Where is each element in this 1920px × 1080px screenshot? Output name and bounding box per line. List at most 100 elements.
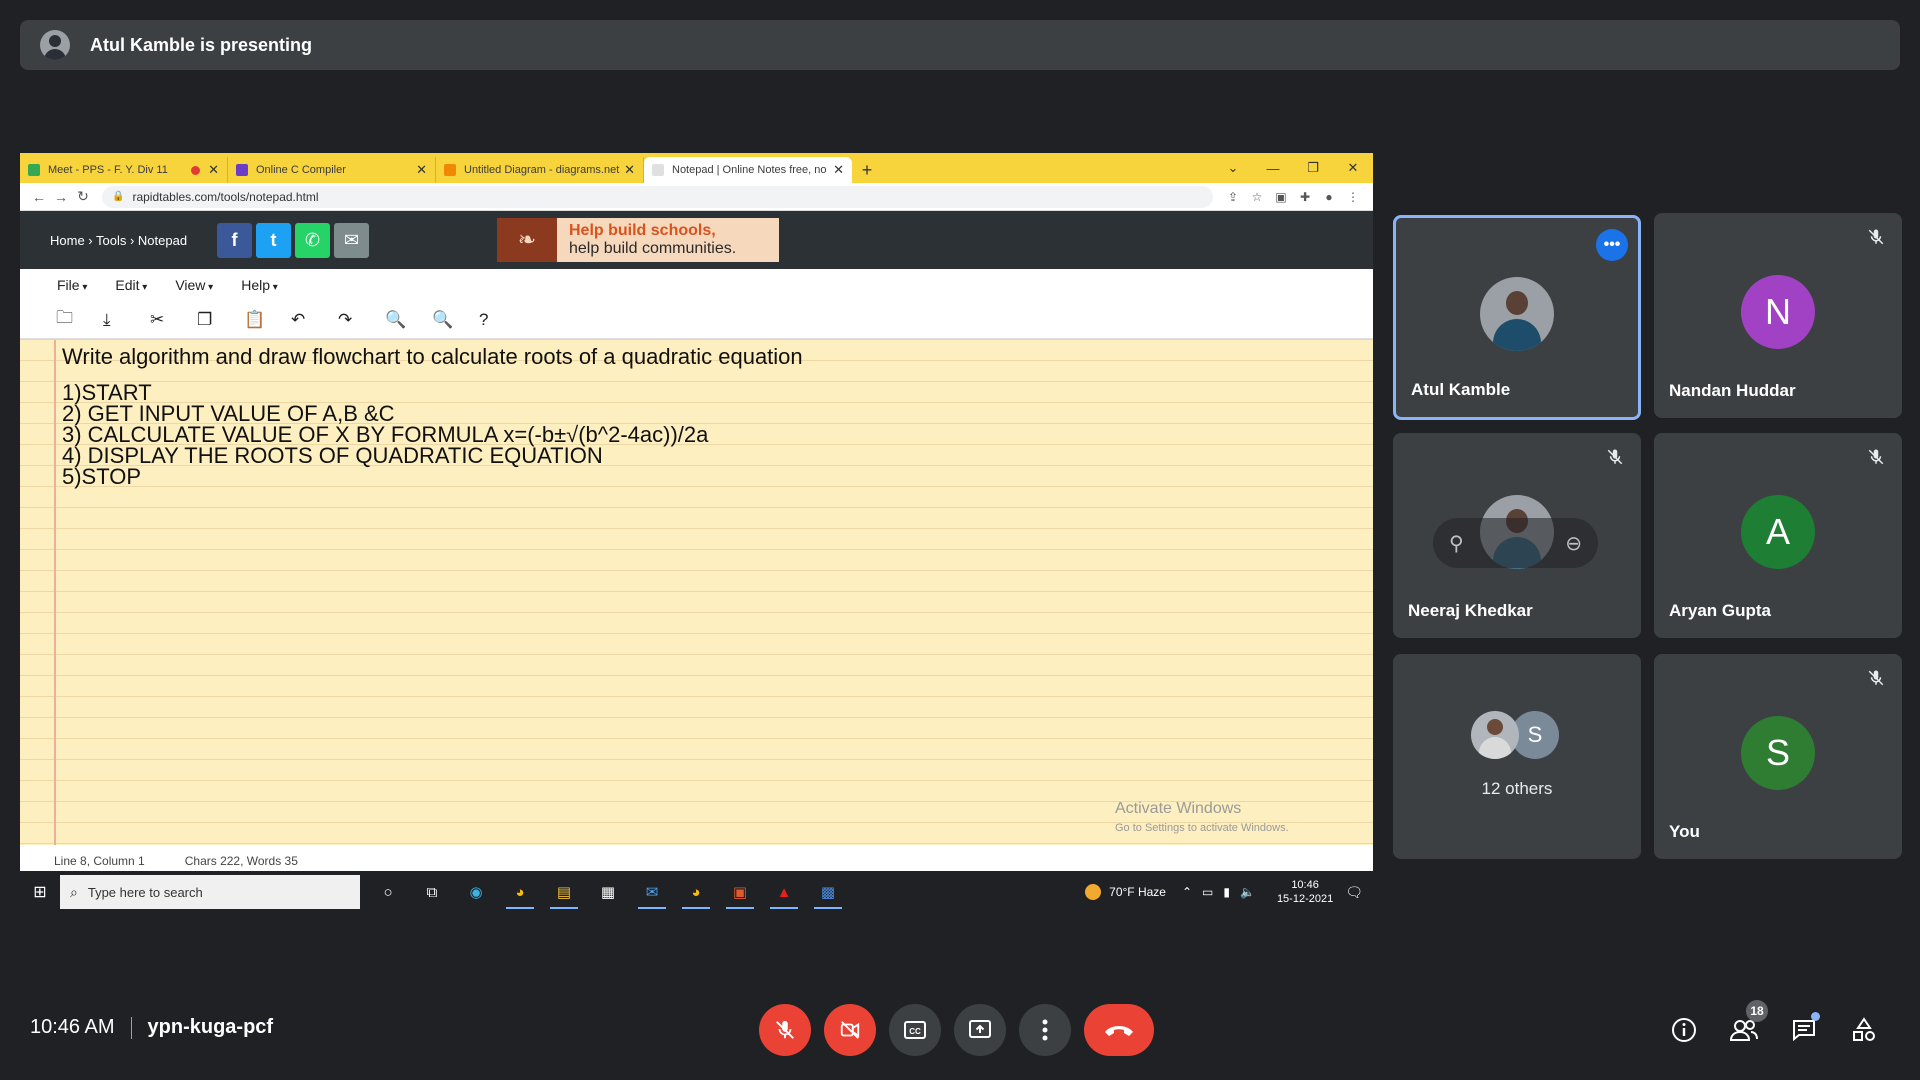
camera-toggle-button[interactable] — [824, 1004, 876, 1056]
back-icon[interactable]: ← — [28, 189, 50, 205]
cortana-icon[interactable]: ○ — [366, 875, 410, 909]
activities-button[interactable] — [1834, 1010, 1894, 1050]
email-icon[interactable]: ✉ — [334, 222, 370, 258]
taskbar-search-input[interactable]: ⌕ Type here to search — [60, 875, 360, 909]
zoom-in-icon[interactable]: 🔍 — [432, 310, 479, 330]
chrome-profile-icon[interactable]: ◕ — [674, 875, 718, 909]
weather-text[interactable]: 70°F Haze — [1109, 885, 1166, 899]
menu-view[interactable]: View — [175, 277, 213, 293]
forward-icon[interactable]: → — [50, 189, 72, 205]
breadcrumb[interactable]: Home › Tools › Notepad — [50, 233, 187, 248]
facebook-icon[interactable]: f — [217, 222, 253, 258]
more-options-button[interactable] — [1019, 1004, 1071, 1056]
mic-off-icon — [1864, 666, 1888, 690]
participant-tile-aryan-gupta[interactable]: A Aryan Gupta — [1654, 433, 1902, 638]
undo-icon[interactable]: ↶ — [291, 310, 338, 330]
profile-icon[interactable]: ● — [1317, 190, 1341, 204]
ad-banner[interactable]: ❧ Help build schools, help build communi… — [497, 218, 779, 262]
meeting-time: 10:46 AM — [30, 1016, 115, 1038]
note-line: 5)STOP — [62, 464, 142, 489]
notepad-favicon-icon — [652, 164, 664, 176]
tab-diagrams[interactable]: Untitled Diagram - diagrams.net ✕ — [436, 157, 644, 183]
microphone-toggle-button[interactable] — [759, 1004, 811, 1056]
windows-start-icon[interactable]: ⊞ — [20, 882, 60, 902]
copy-icon[interactable]: ❐ — [197, 310, 244, 330]
close-window-icon[interactable]: ✕ — [1333, 160, 1373, 176]
present-now-button[interactable] — [954, 1004, 1006, 1056]
pin-icon[interactable]: ⚲ — [1449, 531, 1464, 556]
network-icon[interactable]: ▭ — [1202, 885, 1213, 899]
new-tab-button[interactable]: + — [852, 157, 882, 183]
acrobat-icon[interactable]: ▲ — [762, 875, 806, 909]
present-screen-icon — [969, 1020, 991, 1038]
close-tab-icon[interactable]: ✕ — [208, 162, 219, 178]
extensions-icon[interactable]: ✚ — [1293, 190, 1317, 204]
download-icon[interactable]: ⤓ — [103, 310, 150, 330]
share-icon[interactable]: ⇪ — [1221, 190, 1245, 204]
presenter-avatar — [40, 30, 70, 60]
tab-meet[interactable]: Meet - PPS - F. Y. Div 11 ✕ — [20, 157, 228, 183]
tab-search-icon[interactable]: ⌄ — [1213, 160, 1253, 176]
menu-help[interactable]: Help — [241, 277, 278, 293]
cut-icon[interactable]: ✂ — [150, 310, 197, 330]
taskbar-clock[interactable]: 10:46 15-12-2021 — [1277, 878, 1333, 906]
paste-icon[interactable]: 📋 — [244, 310, 291, 330]
volume-icon[interactable]: 🔈 — [1240, 885, 1255, 899]
task-view-icon[interactable]: ⧉ — [410, 875, 454, 909]
zoom-out-icon[interactable]: 🔍 — [385, 310, 432, 330]
people-button[interactable]: 18 — [1714, 1000, 1774, 1050]
meeting-details-button[interactable] — [1654, 1010, 1714, 1050]
captions-button[interactable]: CC — [889, 1004, 941, 1056]
participant-tile-you[interactable]: S You — [1654, 654, 1902, 859]
tray-chevron-icon[interactable]: ⌃ — [1182, 885, 1192, 899]
tab-notepad[interactable]: Notepad | Online Notes free, no ✕ — [644, 157, 852, 183]
meet-favicon-icon — [28, 164, 40, 176]
notepad-textarea[interactable]: Write algorithm and draw flowchart to ca… — [20, 339, 1373, 845]
tile-hover-controls: ⚲ ⊖ — [1433, 518, 1598, 568]
note-line: 4) DISPLAY THE ROOTS OF QUADRATIC EQUATI… — [62, 443, 603, 468]
participant-tile-neeraj-khedkar[interactable]: ⚲ ⊖ Neeraj Khedkar — [1393, 433, 1641, 638]
help-icon[interactable]: ? — [479, 310, 526, 330]
redo-icon[interactable]: ↷ — [338, 310, 385, 330]
browser-menu-icon[interactable]: ⋮ — [1341, 190, 1365, 204]
office-icon[interactable]: ▣ — [718, 875, 762, 909]
chat-button[interactable] — [1774, 1010, 1834, 1050]
close-tab-icon[interactable]: ✕ — [833, 162, 844, 178]
closed-captions-icon: CC — [904, 1021, 926, 1039]
reload-icon[interactable]: ↻ — [72, 188, 94, 205]
battery-icon[interactable]: ▮ — [1223, 885, 1230, 899]
meeting-side-actions: 18 — [1654, 1000, 1894, 1050]
remove-icon[interactable]: ⊖ — [1565, 531, 1582, 556]
whatsapp-icon[interactable]: ✆ — [295, 222, 331, 258]
leave-call-button[interactable] — [1084, 1004, 1154, 1056]
store-icon[interactable]: ▦ — [586, 875, 630, 909]
participant-name: You — [1669, 822, 1700, 841]
close-tab-icon[interactable]: ✕ — [624, 162, 635, 178]
cast-icon[interactable]: ▣ — [1269, 190, 1293, 204]
open-folder-icon[interactable]: 🗀 — [56, 305, 103, 334]
menu-edit[interactable]: Edit — [115, 277, 147, 293]
participant-tile-nandan-huddar[interactable]: N Nandan Huddar — [1654, 213, 1902, 418]
mail-icon[interactable]: ✉ — [630, 875, 674, 909]
close-tab-icon[interactable]: ✕ — [416, 162, 427, 178]
more-options-icon[interactable]: ••• — [1596, 229, 1628, 261]
restore-icon[interactable]: ❐ — [1293, 160, 1333, 176]
mic-off-icon — [1864, 225, 1888, 249]
divider — [130, 1016, 132, 1039]
participant-tile-others[interactable]: S 12 others — [1393, 654, 1641, 859]
menu-file[interactable]: File — [57, 277, 87, 293]
word-icon[interactable]: ▩ — [806, 875, 850, 909]
tab-online-compiler[interactable]: Online C Compiler ✕ — [228, 157, 436, 183]
notification-center-icon[interactable]: 🗨 — [1345, 884, 1363, 901]
url-input[interactable]: 🔒 rapidtables.com/tools/notepad.html — [102, 185, 1213, 208]
participant-tile-atul-kamble[interactable]: ••• Atul Kamble — [1393, 215, 1641, 420]
social-share-buttons: f t ✆ ✉ — [217, 222, 370, 258]
meeting-info: 10:46 AM ypn-kuga-pcf — [30, 1016, 273, 1039]
twitter-icon[interactable]: t — [256, 222, 292, 258]
file-explorer-icon[interactable]: ▤ — [542, 875, 586, 909]
edge-icon[interactable]: ◉ — [454, 875, 498, 909]
bookmark-star-icon[interactable]: ☆ — [1245, 190, 1269, 204]
chrome-icon[interactable]: ◕ — [498, 875, 542, 909]
minimize-icon[interactable]: — — [1253, 161, 1293, 176]
others-count-label: 12 others — [1481, 779, 1553, 798]
